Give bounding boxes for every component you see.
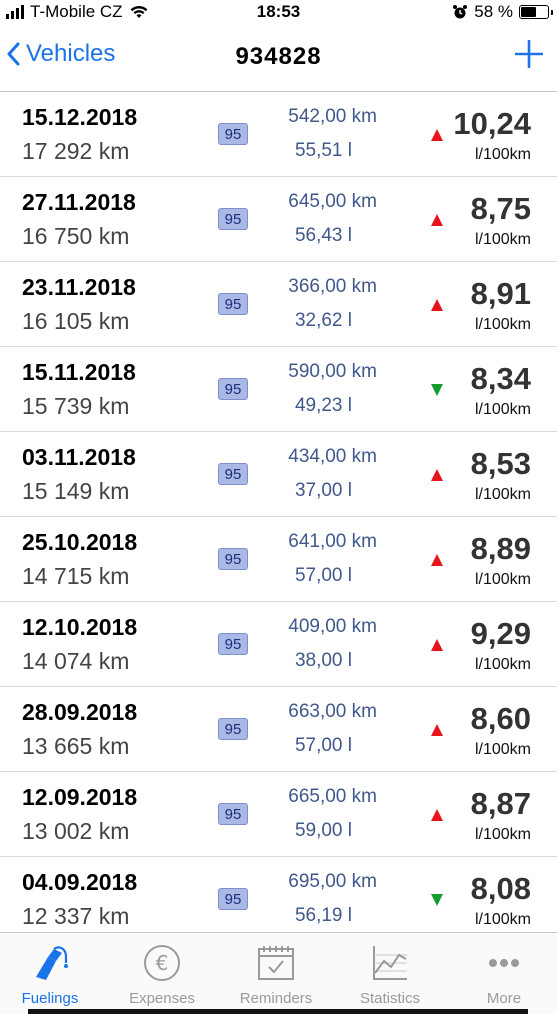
consumption-unit: l/100km xyxy=(474,231,531,248)
status-bar: T-Mobile CZ 18:53 58 % xyxy=(0,0,557,26)
tab-fuelings[interactable]: Fuelings xyxy=(0,933,100,1007)
trend-up-icon xyxy=(431,724,443,736)
trend-down-icon xyxy=(431,894,443,906)
trend-up-icon xyxy=(431,129,443,141)
battery-percent: 58 % xyxy=(474,2,513,21)
consumption-unit: l/100km xyxy=(474,316,531,333)
fueling-row[interactable]: 12.09.2018 13 002 km 95 665,00 km 59,00 l 8,8… xyxy=(0,772,557,857)
fueling-row[interactable]: 15.11.2018 15 739 km 95 590,00 km 49,23 l 8,3… xyxy=(0,347,557,432)
home-indicator xyxy=(28,1009,528,1014)
consumption-unit: l/100km xyxy=(474,826,531,843)
calendar-check-icon xyxy=(258,946,294,980)
fuel-volume: 57,00 l xyxy=(294,735,352,756)
tab-label: Expenses xyxy=(129,990,195,1007)
consumption-unit: l/100km xyxy=(474,656,531,673)
tab-expenses[interactable]: € Expenses xyxy=(112,933,212,1007)
fuel-volume: 38,00 l xyxy=(294,650,352,671)
fuel-volume: 57,00 l xyxy=(294,565,352,586)
svg-text:€: € xyxy=(156,951,169,975)
fueling-row[interactable]: 12.10.2018 14 074 km 95 409,00 km 38,00 l 9,2… xyxy=(0,602,557,687)
trip-distance: 695,00 km xyxy=(288,871,377,892)
fuel-pump-icon xyxy=(36,946,68,980)
trip-distance: 590,00 km xyxy=(288,361,377,382)
tab-more[interactable]: More xyxy=(454,933,554,1007)
trend-up-icon xyxy=(431,469,443,481)
trip-distance: 663,00 km xyxy=(288,701,377,722)
tab-reminders[interactable]: Reminders xyxy=(226,933,326,1007)
trip-distance: 366,00 km xyxy=(288,276,377,297)
trip-distance: 542,00 km xyxy=(288,106,377,127)
navigation-bar: Vehicles 934828 xyxy=(0,26,557,92)
consumption-value: 8,75 xyxy=(470,191,531,226)
fuel-volume: 56,43 l xyxy=(294,225,352,246)
trend-up-icon xyxy=(431,809,443,821)
chart-icon xyxy=(373,946,407,980)
page-title: 934828 xyxy=(235,43,322,70)
fuel-volume: 49,23 l xyxy=(294,395,352,416)
trend-up-icon xyxy=(431,554,443,566)
consumption-value: 8,53 xyxy=(470,446,531,481)
trip-distance: 665,00 km xyxy=(288,786,377,807)
consumption-unit: l/100km xyxy=(474,401,531,418)
consumption-value: 9,29 xyxy=(470,616,531,651)
fueling-row[interactable]: 23.11.2018 16 105 km 95 366,00 km 32,62 l 8,9… xyxy=(0,262,557,347)
fueling-list[interactable]: 15.12.2018 17 292 km 95 542,00 km 55,51 l 10,… xyxy=(0,92,557,932)
trend-up-icon xyxy=(431,299,443,311)
consumption-value: 8,89 xyxy=(470,531,531,566)
more-dots-icon xyxy=(489,959,519,967)
battery-icon xyxy=(519,5,553,19)
fueling-row[interactable]: 15.12.2018 17 292 km 95 542,00 km 55,51 l 10,… xyxy=(0,92,557,177)
tab-label: Fuelings xyxy=(21,990,79,1007)
alarm-icon xyxy=(453,5,468,19)
consumption-value: 8,08 xyxy=(470,871,531,906)
trip-distance: 641,00 km xyxy=(288,531,377,552)
fueling-row[interactable]: 25.10.2018 14 715 km 95 641,00 km 57,00 l 8,8… xyxy=(0,517,557,602)
consumption-unit: l/100km xyxy=(474,741,531,758)
fuel-volume: 55,51 l xyxy=(294,140,352,161)
trip-distance: 645,00 km xyxy=(288,191,377,212)
fueling-row[interactable]: 28.09.2018 13 665 km 95 663,00 km 57,00 l 8,6… xyxy=(0,687,557,772)
tab-statistics[interactable]: Statistics xyxy=(340,933,440,1007)
trip-distance: 434,00 km xyxy=(288,446,377,467)
consumption-value: 8,91 xyxy=(470,276,531,311)
status-right: 58 % xyxy=(452,2,553,22)
tab-label: More xyxy=(486,990,522,1007)
fuel-volume: 59,00 l xyxy=(294,820,352,841)
fueling-row[interactable]: 04.09.2018 12 337 km 95 695,00 km 56,19 l 8,0… xyxy=(0,857,557,932)
fueling-row[interactable]: 03.11.2018 15 149 km 95 434,00 km 37,00 l 8,5… xyxy=(0,432,557,517)
consumption-value: 10,24 xyxy=(453,106,531,141)
consumption-value: 8,87 xyxy=(470,786,531,821)
euro-icon: € xyxy=(144,945,180,981)
plus-icon[interactable] xyxy=(515,40,543,68)
trip-distance: 409,00 km xyxy=(288,616,377,637)
fuel-volume: 37,00 l xyxy=(294,480,352,501)
consumption-unit: l/100km xyxy=(474,911,531,928)
fueling-row[interactable]: 27.11.2018 16 750 km 95 645,00 km 56,43 l 8,7… xyxy=(0,177,557,262)
consumption-unit: l/100km xyxy=(474,486,531,503)
consumption-unit: l/100km xyxy=(474,571,531,588)
fuel-volume: 32,62 l xyxy=(294,310,352,331)
consumption-unit: l/100km xyxy=(474,146,531,163)
consumption-value: 8,60 xyxy=(470,701,531,736)
consumption-value: 8,34 xyxy=(470,361,531,396)
battery-level xyxy=(521,7,537,17)
fuel-volume: 56,19 l xyxy=(294,905,352,926)
tab-label: Statistics xyxy=(359,990,420,1007)
trend-down-icon xyxy=(431,384,443,396)
tab-label: Reminders xyxy=(239,990,313,1007)
trend-up-icon xyxy=(431,639,443,651)
trend-up-icon xyxy=(431,214,443,226)
tab-bar: Fuelings € Expenses Reminders Statistics xyxy=(0,932,557,1014)
